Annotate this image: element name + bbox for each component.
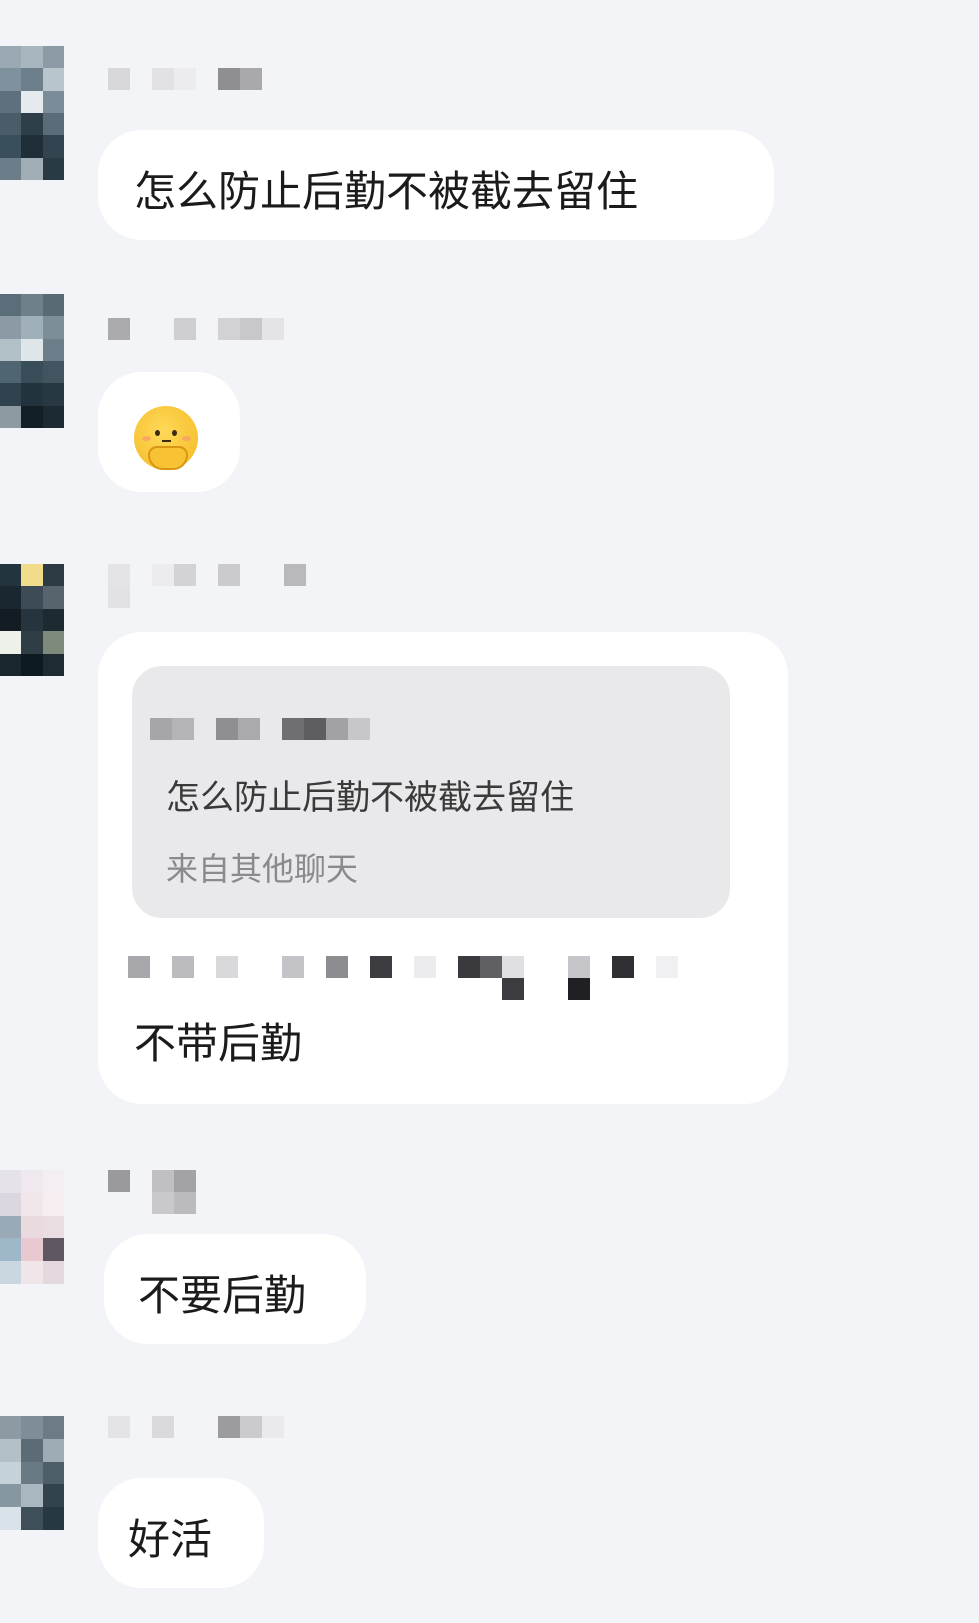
message-bubble[interactable]: 不要后勤 [104, 1234, 366, 1344]
sender-name-redacted [108, 1170, 208, 1214]
quoted-message[interactable]: 怎么防止后勤不被截去留住 来自其他聊天 [132, 666, 730, 918]
message-bubble[interactable]: 怎么防止后勤不被截去留住 [98, 130, 774, 240]
chat-message-list[interactable]: 怎么防止后勤不被截去留住 怎么防止后勤不被截去留住 来自其他聊天 不带后勤 不要… [0, 0, 979, 1623]
avatar[interactable] [0, 46, 64, 180]
message-1: 怎么防止后勤不被截去留住 [0, 46, 979, 246]
message-bubble[interactable]: 怎么防止后勤不被截去留住 来自其他聊天 不带后勤 [98, 632, 788, 1104]
quoted-sender-name-redacted [150, 718, 390, 740]
quote-source-label: 来自其他聊天 [166, 850, 359, 888]
avatar[interactable] [0, 294, 64, 428]
avatar[interactable] [0, 1416, 64, 1530]
message-5: 好活 [0, 1412, 979, 1602]
message-text: 不要后勤 [138, 1271, 307, 1320]
thinking-emoji-icon [134, 406, 198, 470]
sender-name-redacted [108, 564, 328, 608]
quoted-message-text: 怎么防止后勤不被截去留住 [166, 778, 574, 818]
sender-name-redacted [108, 68, 268, 92]
message-4: 不要后勤 [0, 1166, 979, 1356]
message-text: 怎么防止后勤不被截去留住 [134, 167, 639, 216]
message-2 [0, 294, 979, 504]
sender-name-redacted [108, 1416, 288, 1440]
avatar[interactable] [0, 564, 64, 676]
sender-name-redacted [108, 318, 298, 342]
avatar[interactable] [0, 1170, 64, 1284]
message-text: 好活 [128, 1515, 213, 1564]
message-text: 不带后勤 [134, 1019, 303, 1068]
message-3: 怎么防止后勤不被截去留住 来自其他聊天 不带后勤 [0, 560, 979, 1110]
reply-header-redacted [128, 956, 688, 1002]
message-bubble[interactable] [98, 372, 240, 492]
message-bubble[interactable]: 好活 [98, 1478, 264, 1588]
